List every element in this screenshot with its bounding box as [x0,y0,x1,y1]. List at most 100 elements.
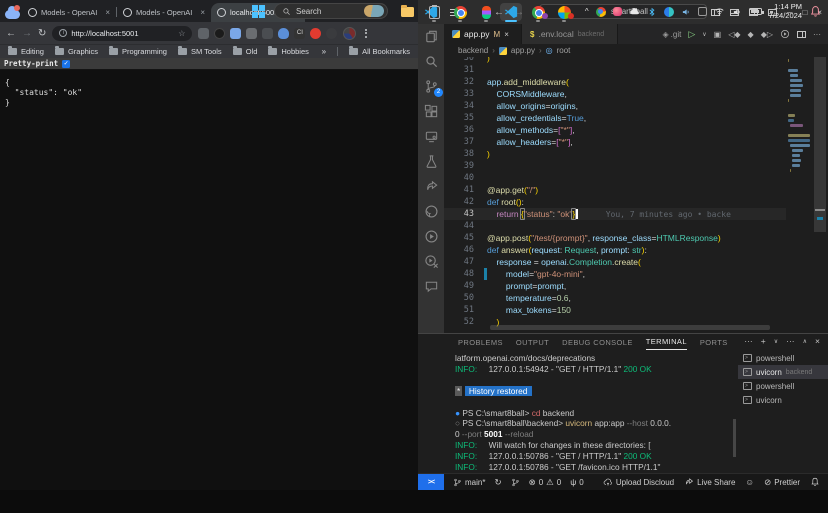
next-change-icon[interactable]: ◆▷ [761,30,773,39]
search-highlight-image[interactable] [364,5,384,17]
bookmark-item[interactable]: Hobbies [268,47,309,56]
extensions-puzzle-icon[interactable] [326,28,337,39]
source-control-icon[interactable]: 2 [423,78,439,94]
previous-change-icon[interactable]: ◁◆ [728,30,740,39]
breadcrumb-file[interactable]: app.py [511,46,535,55]
problems-status[interactable]: ⊗0 ⚠0 [529,477,562,488]
terminal-more-icon[interactable]: ··· [786,336,795,346]
file-explorer-button[interactable] [396,3,418,21]
close-panel-icon[interactable]: × [815,336,820,346]
open-changes-icon[interactable]: ▣ [714,30,722,39]
explorer-icon[interactable] [423,28,439,44]
extension-icon[interactable] [214,28,225,39]
editor-vertical-scrollbar[interactable] [812,57,828,333]
start-button[interactable] [252,5,265,18]
browser-tab[interactable]: Models - OpenAI× [22,3,116,22]
maximize-panel-icon[interactable]: ∧ [803,338,807,345]
profile-avatar[interactable] [343,27,356,40]
live-share-icon[interactable] [423,178,439,194]
hidden-icons-chevron[interactable]: ^ [585,7,589,16]
terminal-list-item[interactable]: >powershell [738,379,828,393]
forward-button[interactable]: → [22,28,32,39]
bookmarks-overflow-chevron[interactable]: » [322,47,326,56]
editor-tab[interactable]: $.env.localbackend [522,24,618,44]
code-runner-icon[interactable] [423,228,439,244]
change-icon[interactable]: ◆ [748,30,754,39]
terminal-dropdown-icon[interactable]: ∨ [774,338,778,345]
extensions-icon[interactable] [423,103,439,119]
extension-icon[interactable] [262,28,273,39]
chat-icon[interactable] [423,278,439,294]
breadcrumb-symbol[interactable]: root [557,46,571,55]
url-text[interactable]: http://localhost:5001 [71,29,174,38]
extension-icon[interactable] [278,28,289,39]
run-dropdown-icon[interactable]: ∨ [702,31,706,38]
store-button[interactable] [553,3,575,21]
extension-icon[interactable] [230,28,241,39]
tab-close-icon[interactable]: × [105,8,110,17]
new-terminal-icon[interactable]: + [761,336,766,346]
volume-icon[interactable] [732,7,742,17]
address-bar[interactable]: i http://localhost:5001 ☆ [52,26,192,41]
panel-tab-debug-console[interactable]: DEBUG CONSOLE [562,334,633,350]
bookmark-item[interactable]: SM Tools [178,47,222,56]
live-share-button[interactable]: Live Share [684,477,735,487]
editor-horizontal-scrollbar[interactable] [490,325,770,330]
taskbar-clock[interactable]: 1:14 PM 7/24/2024 [769,3,802,20]
all-bookmarks-button[interactable]: All Bookmarks [349,47,410,56]
extension-icon[interactable]: CI [294,28,305,39]
run-circle-icon[interactable] [780,29,790,39]
terminal-scrollbar[interactable] [733,419,736,457]
browser-tab[interactable]: Models - OpenAI× [117,3,211,22]
more-actions-icon[interactable]: ··· [813,30,821,39]
tray-chrome-icon[interactable] [596,7,606,17]
notification-bell-icon[interactable] [809,5,822,18]
git-branch-status[interactable]: main* [453,478,485,487]
panel-tab-problems[interactable]: PROBLEMS [458,334,503,350]
upload-discloud-button[interactable]: Upload Discloud [603,477,674,487]
taskbar-search[interactable]: Search [274,3,388,19]
bookmark-star-icon[interactable]: ☆ [178,29,185,38]
split-editor-icon[interactable] [797,31,806,38]
reload-button[interactable]: ↻ [38,28,46,39]
terminal-output[interactable]: latform.openai.com/docs/deprecationsINFO… [455,353,732,471]
breadcrumb-folder[interactable]: backend [458,46,488,55]
battery-icon[interactable] [749,8,762,15]
panel-tab-ports[interactable]: PORTS [700,334,728,350]
run-disabled-icon[interactable] [423,253,439,269]
bookmark-item[interactable]: Old [233,47,258,56]
terminal-list-item[interactable]: >uvicornbackend [738,365,828,379]
chrome-profile-button[interactable] [527,3,549,21]
remote-indicator[interactable]: >< [418,474,444,490]
notepad-button[interactable] [423,3,445,21]
search-icon[interactable] [423,53,439,69]
github-icon[interactable] [423,203,439,219]
chrome-button[interactable] [449,3,471,21]
prettier-status[interactable]: ⊘ Prettier [764,477,800,488]
bluetooth-icon[interactable] [647,7,657,17]
wifi-icon[interactable] [714,6,725,17]
scrollbar-thumb[interactable] [814,57,826,232]
extension-icon[interactable] [246,28,257,39]
testing-icon[interactable] [423,153,439,169]
extension-icon[interactable] [310,28,321,39]
extension-icon[interactable] [198,28,209,39]
terminal-list-item[interactable]: >powershell [738,351,828,365]
figma-button[interactable] [475,3,497,21]
panel-overflow-icon[interactable]: ··· [744,336,753,346]
editor-tab[interactable]: app.pyM× [444,24,522,44]
minimap[interactable] [786,57,812,333]
vscode-button[interactable] [500,3,522,21]
tray-audio-app-icon[interactable] [681,7,691,17]
back-button[interactable]: ← [6,28,16,39]
onedrive-cloud-icon[interactable] [629,6,640,17]
panel-tab-output[interactable]: OUTPUT [516,334,549,350]
browser-menu-icon[interactable] [362,27,370,39]
pretty-print-checkbox[interactable]: ✓ [62,60,70,68]
terminal-list-item[interactable]: >uvicorn [738,393,828,407]
sync-changes-button[interactable]: ↻ [494,477,501,488]
bookmark-item[interactable]: Editing [8,47,44,56]
pull-request-button[interactable] [511,478,520,487]
site-info-icon[interactable]: i [59,29,67,37]
panel-tab-terminal[interactable]: TERMINAL [646,334,687,350]
